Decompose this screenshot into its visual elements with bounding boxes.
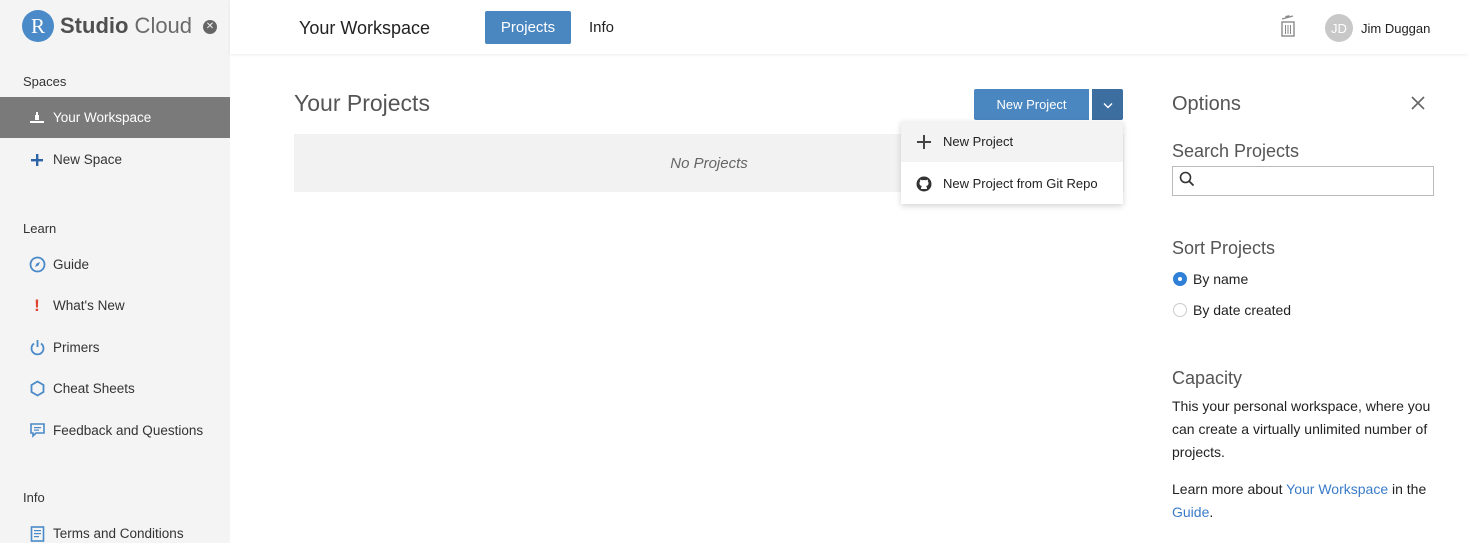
tab-projects[interactable]: Projects bbox=[485, 11, 571, 44]
sidebar: R Studio Cloud ✕ Spaces Your Workspace N… bbox=[0, 0, 230, 543]
radio-button[interactable] bbox=[1173, 303, 1187, 317]
search-field[interactable] bbox=[1172, 166, 1434, 196]
sidebar-item-cheat-sheets[interactable]: Cheat Sheets bbox=[0, 368, 230, 409]
info-label: Info bbox=[23, 490, 45, 505]
plus-icon bbox=[28, 151, 46, 169]
radio-label: By name bbox=[1193, 271, 1249, 287]
search-projects-heading: Search Projects bbox=[1172, 141, 1300, 161]
sidebar-item-new-space[interactable]: New Space bbox=[0, 139, 230, 180]
hexagon-icon bbox=[28, 380, 46, 398]
capacity-heading: Capacity bbox=[1172, 368, 1243, 388]
sidebar-item-terms[interactable]: Terms and Conditions bbox=[0, 513, 230, 554]
menu-item-label: New Project bbox=[943, 134, 1014, 149]
brand-name: Studio Cloud bbox=[60, 13, 193, 38]
top-bar: Your Workspace Projects Info JD Jim Dugg… bbox=[230, 0, 1468, 54]
chat-icon bbox=[28, 422, 46, 440]
sidebar-item-label: Guide bbox=[53, 257, 90, 272]
plus-icon bbox=[915, 133, 933, 151]
search-icon bbox=[1179, 171, 1195, 192]
radio-label: By date created bbox=[1193, 302, 1292, 318]
page-title: Your Projects bbox=[294, 90, 430, 116]
sidebar-item-label: New Space bbox=[53, 152, 123, 167]
trash-icon[interactable] bbox=[1279, 14, 1297, 38]
compass-icon bbox=[28, 256, 46, 274]
sidebar-item-primers[interactable]: Primers bbox=[0, 327, 230, 368]
guide-link[interactable]: Guide bbox=[1172, 504, 1209, 520]
avatar[interactable]: JD bbox=[1325, 14, 1353, 42]
workspace-icon bbox=[28, 109, 46, 127]
learn-label: Learn bbox=[23, 221, 57, 236]
chevron-down-icon bbox=[1103, 96, 1113, 114]
close-sidebar-icon[interactable]: ✕ bbox=[203, 20, 217, 34]
user-name[interactable]: Jim Duggan bbox=[1361, 21, 1430, 36]
sidebar-item-label: What's New bbox=[53, 298, 125, 313]
search-input[interactable] bbox=[1199, 168, 1429, 194]
workspace-title: Your Workspace bbox=[299, 18, 431, 38]
sidebar-item-guide[interactable]: Guide bbox=[0, 244, 230, 285]
sidebar-item-label: Feedback and Questions bbox=[53, 423, 204, 438]
sidebar-item-your-workspace[interactable]: Your Workspace bbox=[0, 97, 230, 138]
sidebar-item-label: Cheat Sheets bbox=[53, 381, 135, 396]
menu-item-label: New Project from Git Repo bbox=[943, 176, 1098, 191]
spaces-label: Spaces bbox=[23, 74, 67, 89]
radio-button[interactable] bbox=[1173, 272, 1187, 286]
sidebar-item-whats-new[interactable]: ! What's New bbox=[0, 285, 230, 326]
r-logo-icon: R bbox=[22, 10, 54, 42]
sidebar-item-feedback[interactable]: Feedback and Questions bbox=[0, 410, 230, 451]
github-icon bbox=[915, 175, 933, 193]
sidebar-item-label: Primers bbox=[53, 340, 100, 355]
sort-by-date-option[interactable]: By date created bbox=[1173, 302, 1291, 318]
power-icon bbox=[28, 339, 46, 357]
close-icon[interactable] bbox=[1409, 94, 1427, 112]
learn-more-text: Learn more about Your Workspace in the G… bbox=[1172, 481, 1427, 520]
options-title: Options bbox=[1172, 93, 1241, 115]
document-icon bbox=[28, 525, 46, 543]
sidebar-item-label: Terms and Conditions bbox=[53, 526, 184, 541]
capacity-description: This your personal workspace, where you … bbox=[1172, 398, 1431, 460]
brand-logo[interactable]: R Studio Cloud bbox=[22, 10, 192, 42]
menu-item-new-project-git[interactable]: New Project from Git Repo bbox=[901, 163, 1123, 204]
sort-by-name-option[interactable]: By name bbox=[1173, 271, 1248, 287]
menu-item-new-project[interactable]: New Project bbox=[901, 121, 1123, 162]
new-project-button[interactable]: New Project bbox=[974, 89, 1089, 120]
your-workspace-link[interactable]: Your Workspace bbox=[1286, 481, 1388, 497]
new-project-dropdown-toggle[interactable] bbox=[1092, 89, 1123, 120]
sidebar-item-label: Your Workspace bbox=[53, 110, 152, 125]
tab-info[interactable]: Info bbox=[589, 19, 614, 36]
sort-projects-heading: Sort Projects bbox=[1172, 238, 1276, 258]
new-project-menu: New Project New Project from Git Repo bbox=[901, 121, 1123, 204]
exclamation-icon: ! bbox=[34, 295, 40, 315]
